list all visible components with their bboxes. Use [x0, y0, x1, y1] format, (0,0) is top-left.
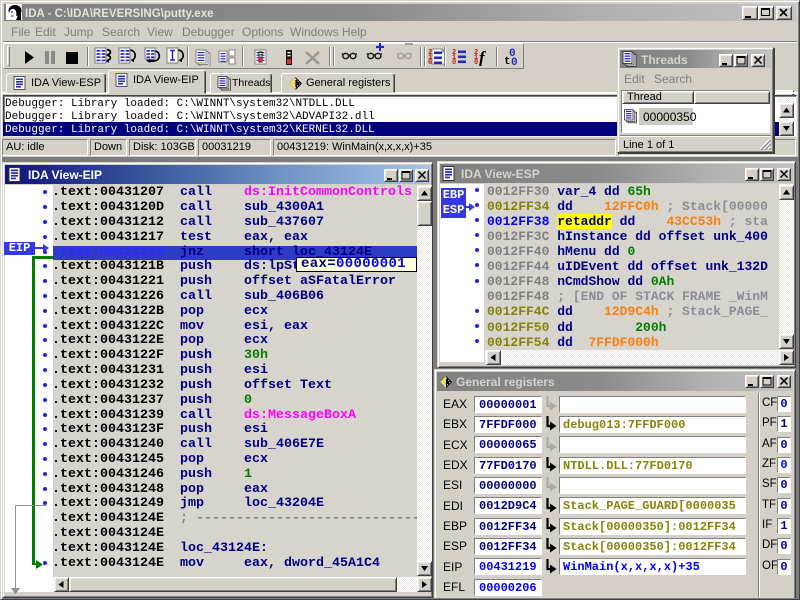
- svg-text:t: t: [504, 56, 511, 66]
- svg-text:0: 0: [474, 59, 478, 66]
- svg-text:0: 0: [511, 57, 518, 66]
- svg-text:6: 6: [428, 59, 432, 66]
- svg-text:f: f: [479, 48, 487, 66]
- svg-text:0: 0: [452, 59, 456, 66]
